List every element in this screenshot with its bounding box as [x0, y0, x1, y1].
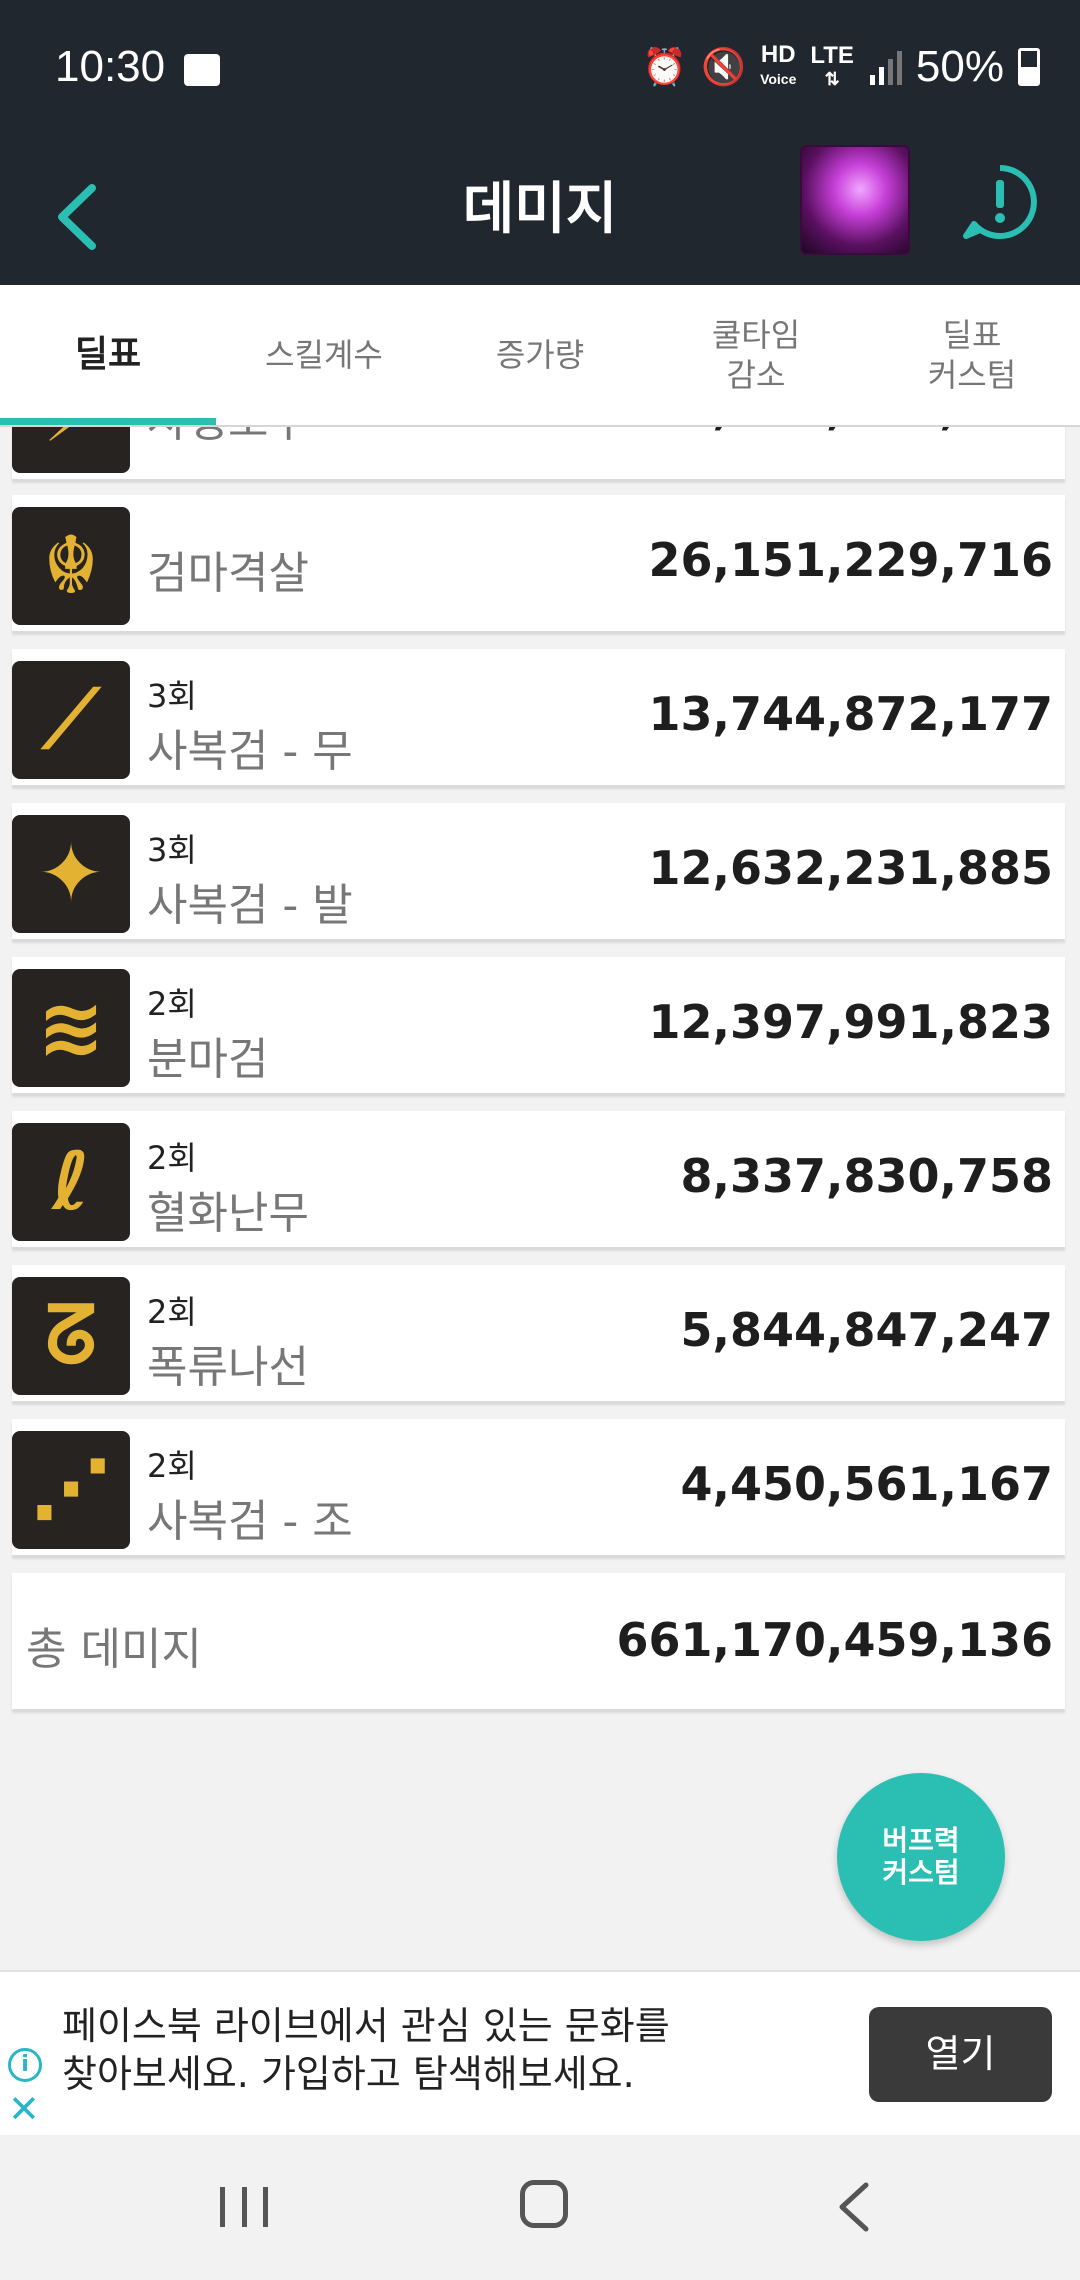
skill-icon: ᘔ: [12, 1277, 130, 1395]
skill-icon: ⚡: [12, 427, 130, 473]
buff-custom-button[interactable]: 버프력 커스텀: [837, 1773, 1005, 1941]
skill-name: 사복검 - 발: [147, 880, 353, 931]
list-item[interactable]: ⋰ 2회 사복검 - 조 4,450,561,167: [12, 1419, 1065, 1555]
active-tab-indicator: [0, 418, 216, 425]
lte-label: LTE: [810, 41, 854, 69]
skill-icon: ⋰: [12, 1431, 130, 1549]
tab-damage-table[interactable]: 딜표: [0, 285, 216, 425]
skill-name: 사복검 - 무: [147, 726, 353, 777]
tab-increase[interactable]: 증가량: [432, 285, 648, 425]
skill-icon: ✦: [12, 815, 130, 933]
damage-list[interactable]: ⚡ 사형소수 30,741,938,064 ☬ 검마격살 26,151,229,…: [0, 427, 1080, 1717]
nav-back-icon[interactable]: [830, 2179, 880, 2235]
signal-icon: [869, 51, 902, 85]
battery-icon: [1018, 48, 1040, 86]
skill-icon: ⟋: [12, 661, 130, 779]
list-item[interactable]: ⟋ 3회 사복검 - 무 13,744,872,177: [12, 649, 1065, 785]
skill-damage: 5,844,847,247: [680, 1303, 1054, 1357]
skill-name: 분마검: [147, 1034, 269, 1085]
voice-label: Voice: [760, 71, 797, 87]
skill-name: 사형소수: [147, 427, 309, 449]
home-icon[interactable]: [520, 2180, 568, 2228]
battery-percent: 50%: [915, 42, 1004, 91]
total-damage-label: 총 데미지: [26, 1624, 202, 1675]
tab-label: 딜표 커스텀: [927, 316, 1017, 394]
recent-apps-icon[interactable]: [220, 2187, 268, 2227]
skill-name: 폭류나선: [147, 1342, 309, 1393]
list-item[interactable]: ✦ 3회 사복검 - 발 12,632,231,885: [12, 803, 1065, 939]
total-damage-value: 661,170,459,136: [616, 1613, 1053, 1667]
exclamation-bubble-icon[interactable]: [960, 162, 1040, 242]
app-bar: 데미지: [0, 140, 1080, 285]
status-bar: 10:30 ⏰ 🔇 HD Voice LTE ⇅ 50%: [0, 0, 1080, 140]
hd-voice-icon: HD Voice: [760, 41, 797, 90]
total-damage-row: 총 데미지 661,170,459,136: [12, 1573, 1065, 1709]
alarm-icon: ⏰: [642, 46, 688, 87]
list-item[interactable]: ⚡ 사형소수 30,741,938,064: [12, 427, 1065, 479]
skill-icon: ℓ: [12, 1123, 130, 1241]
list-item[interactable]: ℓ 2회 혈화난무 8,337,830,758: [12, 1111, 1065, 1247]
ad-info-icon[interactable]: i: [8, 2048, 42, 2082]
hit-count: 3회: [147, 831, 197, 869]
page-title: 데미지: [462, 177, 618, 242]
fab-label-line1: 버프력: [882, 1824, 960, 1857]
skill-name: 사복검 - 조: [147, 1496, 353, 1547]
list-item[interactable]: ☬ 검마격살 26,151,229,716: [12, 495, 1065, 631]
fab-label-line2: 커스텀: [882, 1856, 960, 1889]
skill-icon: ☬: [12, 507, 130, 625]
tab-skill-coefficient[interactable]: 스킬계수: [216, 285, 432, 425]
ad-banner[interactable]: i ✕ 페이스북 라이브에서 관심 있는 문화를 찾아보세요. 가입하고 탐색해…: [0, 1970, 1080, 2137]
skill-damage: 26,151,229,716: [648, 533, 1054, 587]
tab-label: 쿨타임 감소: [711, 316, 801, 394]
hd-label: HD: [760, 41, 796, 68]
status-icons: ⏰ 🔇 HD Voice LTE ⇅ 50%: [642, 42, 1040, 92]
ad-open-button[interactable]: 열기: [869, 2007, 1052, 2102]
tab-label: 딜표: [74, 334, 142, 375]
skill-damage: 12,397,991,823: [648, 995, 1054, 1049]
tab-label: 스킬계수: [265, 336, 383, 374]
skill-icon: ≋: [12, 969, 130, 1087]
hit-count: 2회: [147, 1447, 197, 1485]
lte-icon: LTE ⇅: [810, 41, 854, 89]
character-avatar[interactable]: [800, 145, 910, 255]
system-nav-bar: [0, 2135, 1080, 2280]
skill-damage: 8,337,830,758: [680, 1149, 1054, 1203]
hit-count: 2회: [147, 985, 197, 1023]
tab-damage-custom[interactable]: 딜표 커스텀: [864, 285, 1080, 425]
list-item[interactable]: ᘔ 2회 폭류나선 5,844,847,247: [12, 1265, 1065, 1401]
hit-count: 3회: [147, 677, 197, 715]
mute-icon: 🔇: [701, 46, 747, 87]
skill-name: 검마격살: [147, 548, 309, 599]
ad-text: 페이스북 라이브에서 관심 있는 문화를 찾아보세요. 가입하고 탐색해보세요.: [62, 2002, 882, 2098]
skill-name: 혈화난무: [147, 1188, 309, 1239]
list-item[interactable]: ≋ 2회 분마검 12,397,991,823: [12, 957, 1065, 1093]
skill-damage: 30,741,938,064: [649, 427, 1054, 435]
ad-text-line1: 페이스북 라이브에서 관심 있는 문화를: [62, 2004, 670, 2048]
skill-damage: 13,744,872,177: [648, 687, 1054, 741]
hit-count: 2회: [147, 1139, 197, 1177]
wifi-icon: [184, 54, 220, 86]
hit-count: 2회: [147, 1293, 197, 1331]
ad-text-line2: 찾아보세요. 가입하고 탐색해보세요.: [62, 2052, 635, 2096]
ad-close-icon[interactable]: ✕: [8, 2090, 40, 2128]
tab-bar: 딜표 스킬계수 증가량 쿨타임 감소 딜표 커스텀: [0, 285, 1080, 427]
tab-cooldown-reduction[interactable]: 쿨타임 감소: [648, 285, 864, 425]
skill-damage: 4,450,561,167: [680, 1457, 1054, 1511]
skill-damage: 12,632,231,885: [648, 841, 1054, 895]
tab-label: 증가량: [495, 336, 585, 374]
status-time: 10:30: [55, 42, 166, 91]
